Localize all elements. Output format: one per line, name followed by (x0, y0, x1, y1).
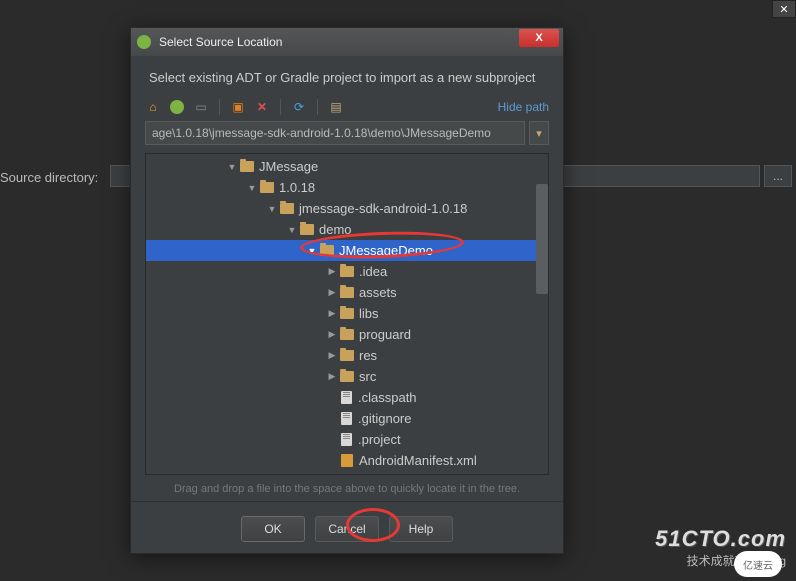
expander-icon[interactable]: ▼ (286, 225, 298, 235)
dialog-close-button[interactable]: X (519, 29, 559, 47)
tree-node-label: assets (359, 285, 397, 300)
source-directory-browse-button[interactable]: ... (764, 165, 792, 187)
folder-icon (340, 329, 354, 340)
module-icon[interactable]: ▭ (193, 99, 209, 115)
tree-scrollbar-thumb[interactable] (536, 184, 548, 294)
ok-button[interactable]: OK (241, 516, 305, 542)
tree-node-label: .classpath (358, 390, 417, 405)
project-icon[interactable] (169, 99, 185, 115)
show-hidden-icon[interactable]: ▤ (328, 99, 344, 115)
hide-path-link[interactable]: Hide path (498, 100, 549, 114)
file-icon (341, 412, 352, 425)
expander-icon[interactable]: ▶ (326, 266, 338, 277)
tree-node-selected[interactable]: ▼ JMessageDemo (146, 240, 548, 261)
outer-close-button[interactable]: ✕ (772, 0, 796, 18)
expander-icon[interactable]: ▶ (326, 287, 338, 298)
android-studio-icon (137, 35, 151, 49)
refresh-icon[interactable]: ⟳ (291, 99, 307, 115)
folder-icon (340, 287, 354, 298)
file-tree[interactable]: ▼JMessage▼1.0.18▼jmessage-sdk-android-1.… (145, 153, 549, 475)
tree-node[interactable]: AndroidManifest.xml (146, 450, 548, 471)
path-input[interactable]: age\1.0.18\jmessage-sdk-android-1.0.18\d… (145, 121, 525, 145)
tree-node-label: res (359, 348, 377, 363)
tree-node-label: .gitignore (358, 411, 411, 426)
expander-icon[interactable]: ▶ (326, 350, 338, 361)
tree-node[interactable]: .classpath (146, 387, 548, 408)
dialog-title: Select Source Location (159, 35, 282, 49)
home-icon[interactable]: ⌂ (145, 99, 161, 115)
expander-icon[interactable]: ▶ (326, 308, 338, 319)
toolbar-separator (280, 99, 281, 115)
folder-icon (340, 371, 354, 382)
tree-node-label: JMessage (259, 159, 318, 174)
folder-icon (300, 224, 314, 235)
tree-node[interactable]: ▶ .idea (146, 261, 548, 282)
tree-node[interactable]: ▶ res (146, 345, 548, 366)
expander-icon[interactable]: ▶ (326, 329, 338, 340)
folder-icon (340, 350, 354, 361)
dialog-titlebar[interactable]: Select Source Location X (131, 28, 563, 56)
watermark-line1: 51CTO.com (655, 526, 786, 552)
expander-icon[interactable]: ▼ (306, 246, 318, 256)
tree-node[interactable]: build.gradle (146, 471, 548, 475)
select-source-location-dialog: Select Source Location X Select existing… (130, 27, 564, 554)
tree-node-label: AndroidManifest.xml (359, 453, 477, 468)
delete-icon[interactable]: ✕ (254, 99, 270, 115)
tree-node-label: 1.0.18 (279, 180, 315, 195)
folder-icon (280, 203, 294, 214)
path-history-button[interactable]: ▾ (529, 121, 549, 145)
folder-icon (260, 182, 274, 193)
toolbar-separator (317, 99, 318, 115)
dialog-instruction: Select existing ADT or Gradle project to… (131, 56, 563, 95)
tree-node[interactable]: ▼ demo (146, 219, 548, 240)
folder-icon (320, 245, 334, 256)
tree-node[interactable]: .gitignore (146, 408, 548, 429)
source-directory-label: Source directory: (0, 170, 98, 185)
separator (131, 501, 563, 502)
file-icon (341, 433, 352, 446)
tree-node[interactable]: ▶ libs (146, 303, 548, 324)
expander-icon[interactable]: ▶ (326, 371, 338, 382)
new-folder-icon[interactable]: ▣ (230, 99, 246, 115)
tree-node[interactable]: ▼ jmessage-sdk-android-1.0.18 (146, 198, 548, 219)
expander-icon[interactable]: ▼ (246, 183, 258, 193)
xml-file-icon (341, 454, 353, 467)
toolbar-separator (219, 99, 220, 115)
folder-icon (240, 161, 254, 172)
tree-node-label: src (359, 369, 376, 384)
tree-node-label: demo (319, 222, 352, 237)
help-button[interactable]: Help (389, 516, 453, 542)
tree-node[interactable]: ▶ proguard (146, 324, 548, 345)
tree-node[interactable]: ▼ 1.0.18 (146, 177, 548, 198)
file-icon (341, 391, 352, 404)
tree-node[interactable]: ▶ src (146, 366, 548, 387)
folder-icon (340, 266, 354, 277)
folder-icon (340, 308, 354, 319)
tree-node-label: proguard (359, 327, 411, 342)
tree-node-label: .project (358, 432, 401, 447)
tree-scrollbar[interactable] (536, 154, 548, 474)
tree-node[interactable]: ▶ assets (146, 282, 548, 303)
expander-icon[interactable]: ▼ (266, 204, 278, 214)
tree-node-label: libs (359, 306, 379, 321)
cancel-button[interactable]: Cancel (315, 516, 379, 542)
watermark-logo: 亿速云 (734, 551, 782, 577)
tree-node-label: build.gradle (359, 474, 426, 475)
tree-node[interactable]: .project (146, 429, 548, 450)
dialog-toolbar: ⌂ ▭ ▣ ✕ ⟳ ▤ Hide path (131, 95, 563, 119)
expander-icon[interactable]: ▼ (226, 162, 238, 172)
tree-node-label: .idea (359, 264, 387, 279)
drag-drop-hint: Drag and drop a file into the space abov… (131, 477, 563, 497)
tree-node-label: JMessageDemo (339, 243, 433, 258)
tree-node[interactable]: ▼ JMessage (146, 156, 548, 177)
tree-node-label: jmessage-sdk-android-1.0.18 (299, 201, 467, 216)
